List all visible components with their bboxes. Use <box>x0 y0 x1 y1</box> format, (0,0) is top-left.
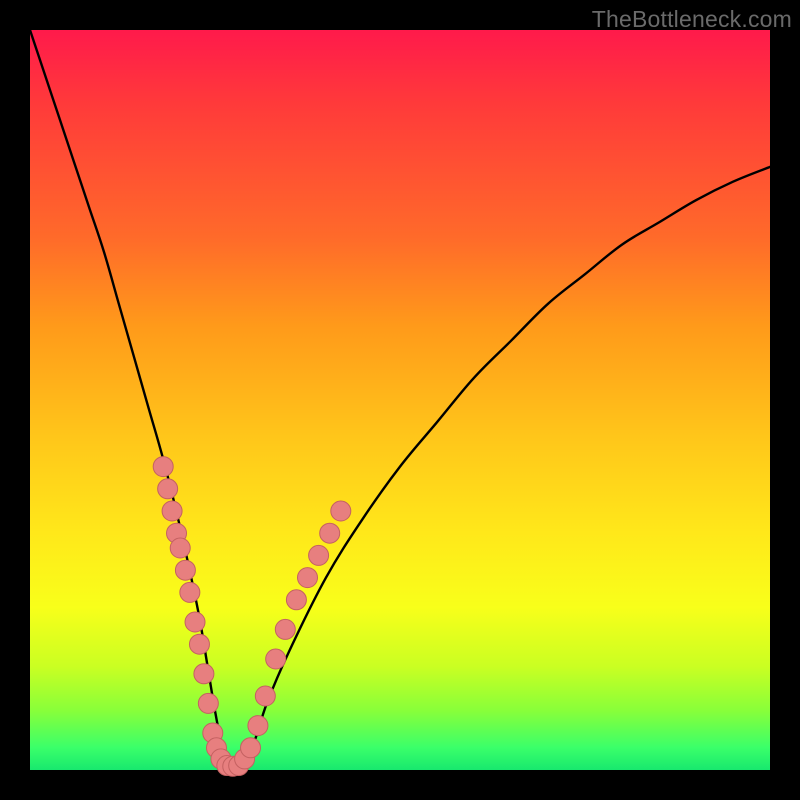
data-marker <box>170 538 190 558</box>
data-marker <box>298 568 318 588</box>
data-marker <box>286 590 306 610</box>
data-marker <box>175 560 195 580</box>
plot-area <box>30 30 770 770</box>
data-markers <box>153 457 351 777</box>
data-marker <box>180 582 200 602</box>
data-marker <box>241 738 261 758</box>
data-marker <box>266 649 286 669</box>
data-marker <box>309 545 329 565</box>
bottleneck-curve <box>30 30 770 773</box>
chart-stage: TheBottleneck.com <box>0 0 800 800</box>
data-marker <box>189 634 209 654</box>
data-marker <box>320 523 340 543</box>
data-marker <box>158 479 178 499</box>
data-marker <box>162 501 182 521</box>
watermark-text: TheBottleneck.com <box>592 6 792 33</box>
data-marker <box>275 619 295 639</box>
data-marker <box>185 612 205 632</box>
data-marker <box>194 664 214 684</box>
data-marker <box>248 716 268 736</box>
data-marker <box>153 457 173 477</box>
data-marker <box>331 501 351 521</box>
data-marker <box>255 686 275 706</box>
chart-svg <box>30 30 770 770</box>
data-marker <box>198 693 218 713</box>
